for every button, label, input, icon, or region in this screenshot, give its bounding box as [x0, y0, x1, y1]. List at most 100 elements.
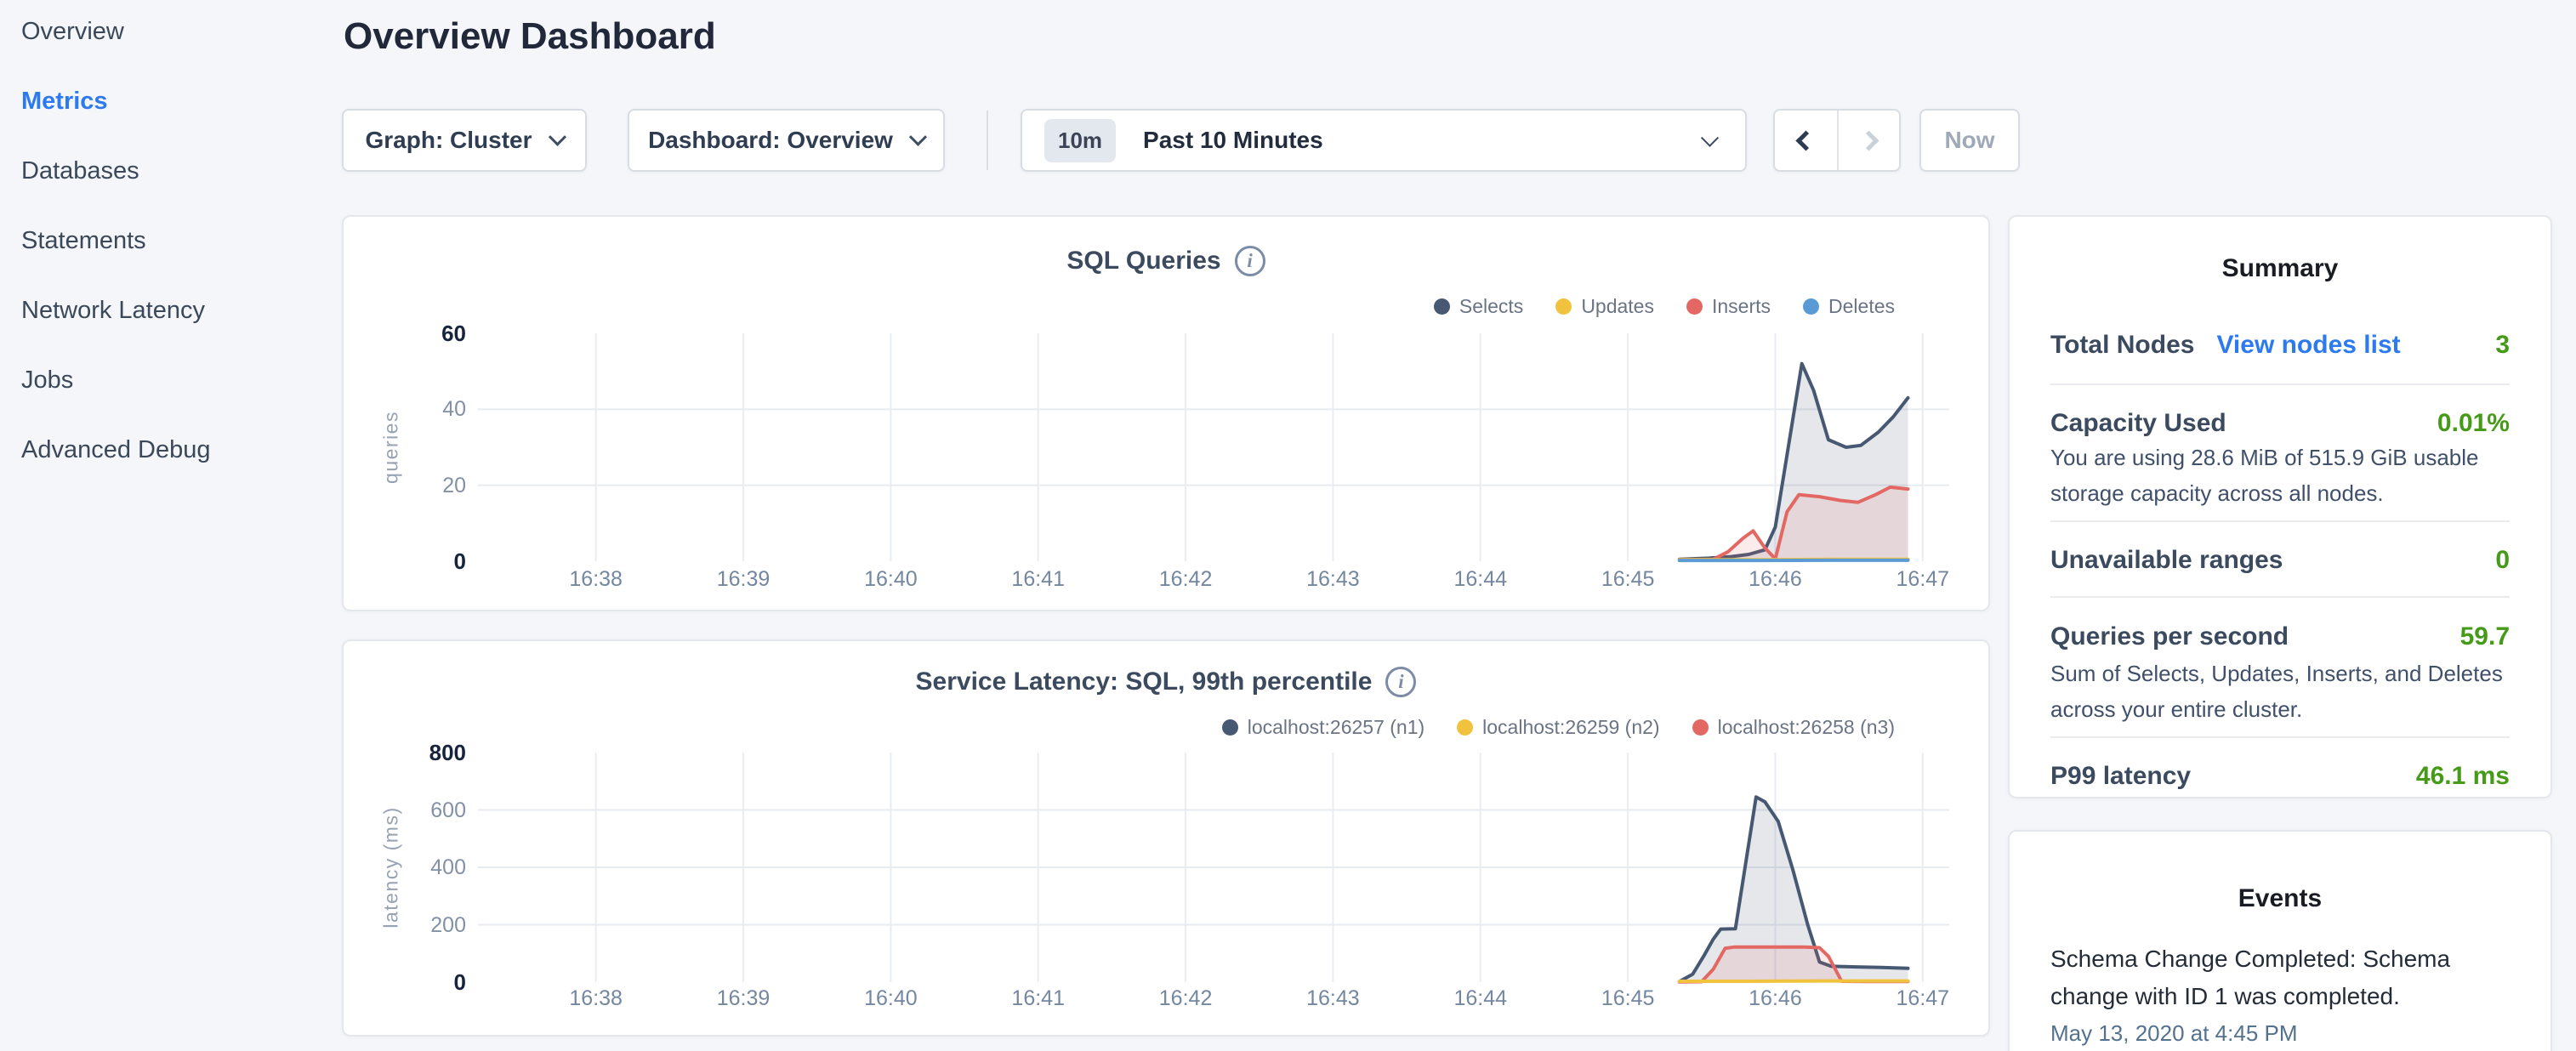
graph-dropdown[interactable]: Graph: Cluster	[342, 109, 587, 172]
sidebar-item-jobs[interactable]: Jobs	[21, 367, 342, 393]
time-step-buttons	[1773, 109, 1901, 172]
summary-subtext: You are using 28.6 MiB of 515.9 GiB usab…	[2050, 440, 2513, 511]
x-axis-tick: 16:46	[1715, 986, 1834, 1011]
legend-dot-icon	[1222, 719, 1238, 736]
summary-label: Total Nodes	[2050, 331, 2194, 360]
legend-item: Deletes	[1803, 295, 1895, 318]
divider	[2050, 520, 2510, 522]
x-axis-tick: 16:38	[537, 986, 656, 1011]
legend-label: localhost:26258 (n3)	[1718, 716, 1895, 739]
summary-value: 0	[2495, 546, 2510, 575]
x-axis-tick: 16:43	[1273, 986, 1392, 1011]
x-axis-tick: 16:39	[684, 986, 803, 1011]
x-axis-tick: 16:45	[1568, 986, 1687, 1011]
summary-subtext: Sum of Selects, Updates, Inserts, and De…	[2050, 656, 2513, 727]
x-axis-tick: 16:43	[1273, 567, 1392, 592]
chevron-left-icon	[1795, 130, 1816, 151]
chevron-right-icon	[1858, 130, 1879, 151]
summary-value: 59.7	[2460, 622, 2510, 651]
legend-label: Deletes	[1828, 295, 1895, 318]
x-axis-tick: 16:40	[831, 986, 950, 1011]
x-axis-tick: 16:40	[831, 567, 950, 592]
events-title: Events	[2010, 884, 2550, 913]
controls-divider	[987, 111, 988, 170]
now-button[interactable]: Now	[1919, 109, 2020, 172]
summary-row-total-nodes: Total Nodes View nodes list 3	[2050, 331, 2510, 360]
graph-dropdown-label: Graph: Cluster	[365, 127, 532, 154]
chart-legend: Selects Updates Inserts Deletes	[1434, 295, 1895, 318]
chevron-down-icon	[1701, 129, 1719, 147]
dashboard-dropdown-label: Dashboard: Overview	[648, 127, 893, 154]
sql-queries-chart-card: SQL Queries i Selects Updates Inserts Delet…	[342, 215, 1990, 611]
time-window-badge: 10m	[1044, 119, 1116, 162]
summary-row-unavailable-ranges: Unavailable ranges 0	[2050, 546, 2510, 575]
divider	[2050, 596, 2510, 598]
x-axis-tick: 16:45	[1568, 567, 1687, 592]
service-latency-chart-card: Service Latency: SQL, 99th percentile i …	[342, 639, 1990, 1037]
summary-value: 0.01%	[2437, 409, 2510, 438]
divider	[2050, 383, 2510, 385]
legend-item: Inserts	[1686, 295, 1771, 318]
sidebar-item-statements[interactable]: Statements	[21, 228, 342, 253]
prev-time-button[interactable]	[1775, 111, 1837, 170]
time-window-select[interactable]: 10m Past 10 Minutes	[1021, 109, 1747, 172]
events-panel: Events Schema Change Completed: Schema c…	[2008, 830, 2552, 1051]
divider	[2050, 736, 2510, 738]
admin-ui-root: Overview Metrics Databases Statements Ne…	[0, 0, 2576, 1051]
legend-item: localhost:26258 (n3)	[1692, 716, 1895, 739]
x-axis-tick: 16:41	[979, 986, 1098, 1011]
chart-title: SQL Queries	[1066, 247, 1220, 276]
legend-dot-icon	[1457, 719, 1473, 736]
sidebar-item-network-latency[interactable]: Network Latency	[21, 298, 342, 323]
page-title: Overview Dashboard	[344, 15, 716, 58]
legend-dot-icon	[1692, 719, 1709, 736]
event-timestamp: May 13, 2020 at 4:45 PM	[2050, 1020, 2298, 1047]
legend-label: Inserts	[1712, 295, 1771, 318]
chart-legend: localhost:26257 (n1) localhost:26259 (n2)…	[1222, 716, 1895, 739]
x-axis-tick: 16:47	[1863, 986, 1982, 1011]
summary-label: Queries per second	[2050, 622, 2289, 651]
next-time-button[interactable]	[1837, 111, 1899, 170]
chevron-down-icon	[909, 128, 927, 145]
legend-label: Selects	[1459, 295, 1523, 318]
chart-title-row: SQL Queries i	[344, 246, 1988, 276]
x-axis-tick: 16:41	[979, 567, 1098, 592]
summary-row-p99: P99 latency 46.1 ms	[2050, 762, 2510, 791]
summary-value: 46.1 ms	[2416, 762, 2510, 791]
info-icon[interactable]: i	[1385, 667, 1416, 697]
chart-title: Service Latency: SQL, 99th percentile	[916, 668, 1373, 696]
legend-dot-icon	[1434, 298, 1450, 315]
info-icon[interactable]: i	[1235, 246, 1265, 276]
x-axis-tick: 16:44	[1421, 986, 1540, 1011]
sidebar-item-overview[interactable]: Overview	[21, 19, 342, 44]
summary-value: 3	[2495, 331, 2510, 360]
legend-item: Selects	[1434, 295, 1523, 318]
chart-plot	[478, 333, 1949, 561]
summary-label: P99 latency	[2050, 762, 2191, 791]
dashboard-dropdown[interactable]: Dashboard: Overview	[628, 109, 945, 172]
chart-plot	[478, 753, 1949, 982]
summary-panel: Summary Total Nodes View nodes list 3 Ca…	[2008, 215, 2552, 798]
legend-label: localhost:26257 (n1)	[1248, 716, 1424, 739]
summary-row-capacity: Capacity Used 0.01%	[2050, 409, 2510, 438]
legend-dot-icon	[1686, 298, 1703, 315]
y-axis-tick: 0	[378, 548, 466, 574]
view-nodes-list-link[interactable]: View nodes list	[2216, 331, 2400, 360]
chevron-down-icon	[548, 128, 566, 145]
legend-item: Updates	[1555, 295, 1654, 318]
summary-label: Capacity Used	[2050, 409, 2226, 438]
y-axis-unit-label: latency (ms)	[380, 806, 403, 928]
y-axis-tick: 800	[378, 740, 466, 765]
event-message: Schema Change Completed: Schema change w…	[2050, 940, 2513, 1015]
sidebar-nav: Overview Metrics Databases Statements Ne…	[0, 0, 342, 1051]
sidebar-item-metrics[interactable]: Metrics	[21, 88, 342, 114]
sidebar-item-advanced-debug[interactable]: Advanced Debug	[21, 437, 342, 463]
sidebar-item-databases[interactable]: Databases	[21, 158, 342, 184]
y-axis-tick: 0	[378, 969, 466, 995]
x-axis-tick: 16:47	[1863, 567, 1982, 592]
y-axis-unit-label: queries	[380, 411, 403, 484]
x-axis-tick: 16:42	[1126, 567, 1245, 592]
summary-title: Summary	[2010, 254, 2550, 283]
chart-title-row: Service Latency: SQL, 99th percentile i	[344, 667, 1988, 697]
legend-label: localhost:26259 (n2)	[1482, 716, 1659, 739]
